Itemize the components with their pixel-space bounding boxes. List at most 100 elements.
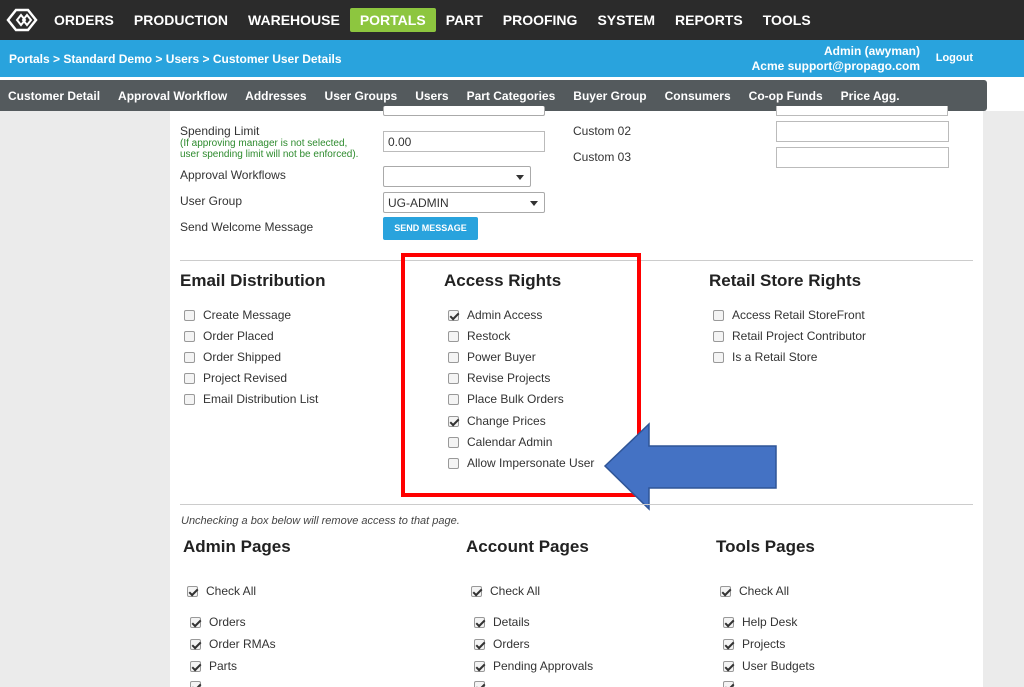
- logout-link[interactable]: Logout: [936, 52, 973, 64]
- checkbox-label: Project Revised: [203, 371, 288, 385]
- approval-workflows-select[interactable]: [383, 166, 531, 187]
- nav-portals[interactable]: PORTALS: [349, 8, 436, 32]
- checkbox-email-distribution-list[interactable]: Email Distribution List: [184, 392, 318, 406]
- left-gutter: [0, 111, 170, 687]
- checkbox-icon[interactable]: [723, 616, 734, 628]
- partial-select-top: [383, 106, 545, 116]
- checkbox-icon[interactable]: [474, 660, 485, 672]
- tab-consumers[interactable]: Consumers: [665, 89, 731, 103]
- checkbox-admin-orders[interactable]: Orders: [190, 615, 246, 629]
- checkbox-icon[interactable]: [190, 638, 201, 650]
- checkbox-admin-order-rmas[interactable]: Order RMAs: [190, 637, 276, 651]
- tab-addresses[interactable]: Addresses: [245, 89, 306, 103]
- pages-note: Unchecking a box below will remove acces…: [181, 515, 460, 527]
- checkbox-create-message[interactable]: Create Message: [184, 308, 291, 322]
- nav-orders[interactable]: ORDERS: [44, 8, 124, 32]
- breadcrumb-separator: >: [53, 52, 61, 66]
- checkbox-icon[interactable]: [190, 681, 201, 687]
- nav-tools[interactable]: TOOLS: [753, 8, 821, 32]
- checkbox-icon[interactable]: [713, 351, 724, 363]
- checkbox-icon[interactable]: [713, 330, 724, 342]
- retail-store-rights-title: Retail Store Rights: [709, 271, 862, 290]
- checkbox-retail-project-contributor[interactable]: Retail Project Contributor: [713, 329, 866, 343]
- breadcrumb-standard-demo[interactable]: Standard Demo: [63, 52, 152, 66]
- custom-02-label: Custom 02: [573, 124, 632, 138]
- tab-approval-workflow[interactable]: Approval Workflow: [118, 89, 227, 103]
- nav-reports[interactable]: REPORTS: [665, 8, 753, 32]
- tab-user-groups[interactable]: User Groups: [325, 89, 398, 103]
- checkbox-tools-check-all[interactable]: Check All: [720, 584, 789, 598]
- checkbox-icon[interactable]: [723, 660, 734, 672]
- chevron-down-icon: [516, 175, 524, 180]
- checkbox-admin-partial[interactable]: [190, 681, 209, 687]
- checkbox-icon[interactable]: [190, 660, 201, 672]
- checkbox-icon[interactable]: [190, 616, 201, 628]
- checkbox-icon[interactable]: [723, 681, 734, 687]
- email-distribution-title: Email Distribution: [180, 271, 326, 290]
- checkbox-admin-check-all[interactable]: Check All: [187, 584, 256, 598]
- nav-production[interactable]: PRODUCTION: [124, 8, 238, 32]
- section-divider: [180, 504, 973, 505]
- send-message-button[interactable]: SEND MESSAGE: [383, 217, 478, 240]
- checkbox-tools-help-desk[interactable]: Help Desk: [723, 615, 797, 629]
- checkbox-access-retail-storefront[interactable]: Access Retail StoreFront: [713, 308, 865, 322]
- checkbox-label: Help Desk: [742, 615, 798, 629]
- checkbox-icon[interactable]: [723, 638, 734, 650]
- checkbox-icon[interactable]: [184, 309, 195, 321]
- breadcrumb-separator: >: [202, 52, 210, 66]
- checkbox-icon[interactable]: [184, 372, 195, 384]
- checkbox-label: Is a Retail Store: [732, 350, 818, 364]
- user-group-select[interactable]: UG-ADMIN: [383, 192, 545, 213]
- checkbox-account-orders[interactable]: Orders: [474, 637, 530, 651]
- checkbox-icon[interactable]: [474, 681, 485, 687]
- checkbox-icon[interactable]: [184, 330, 195, 342]
- checkbox-account-partial[interactable]: [474, 681, 493, 687]
- custom-03-input[interactable]: [776, 147, 949, 168]
- tab-price-agg[interactable]: Price Agg.: [841, 89, 900, 103]
- approval-workflows-label: Approval Workflows: [180, 168, 286, 182]
- breadcrumb-users[interactable]: Users: [166, 52, 199, 66]
- custom-02-input[interactable]: [776, 121, 949, 142]
- propago-logo-icon[interactable]: [0, 0, 44, 40]
- tab-part-categories[interactable]: Part Categories: [467, 89, 556, 103]
- breadcrumb-portals[interactable]: Portals: [9, 52, 50, 66]
- checkbox-tools-partial[interactable]: [723, 681, 742, 687]
- checkbox-icon[interactable]: [474, 616, 485, 628]
- checkbox-is-a-retail-store[interactable]: Is a Retail Store: [713, 350, 817, 364]
- tab-buyer-group[interactable]: Buyer Group: [573, 89, 646, 103]
- checkbox-label: User Budgets: [742, 659, 815, 673]
- checkbox-account-details[interactable]: Details: [474, 615, 530, 629]
- tab-co-op-funds[interactable]: Co-op Funds: [749, 89, 823, 103]
- spending-limit-note-1: (If approving manager is not selected,: [180, 138, 348, 149]
- checkbox-label: Order Placed: [203, 329, 274, 343]
- checkbox-icon[interactable]: [471, 585, 482, 597]
- spending-limit-note-2: user spending limit will not be enforced…: [180, 149, 359, 160]
- checkbox-icon[interactable]: [474, 638, 485, 650]
- checkbox-order-placed[interactable]: Order Placed: [184, 329, 274, 343]
- nav-warehouse[interactable]: WAREHOUSE: [238, 8, 350, 32]
- tab-customer-detail[interactable]: Customer Detail: [8, 89, 100, 103]
- checkbox-label: Create Message: [203, 308, 292, 322]
- checkbox-icon[interactable]: [713, 309, 724, 321]
- checkbox-label: Parts: [209, 659, 238, 673]
- nav-part[interactable]: PART: [436, 8, 493, 32]
- checkbox-icon[interactable]: [184, 351, 195, 363]
- tab-users[interactable]: Users: [415, 89, 448, 103]
- checkbox-tools-user-budgets[interactable]: User Budgets: [723, 659, 815, 673]
- nav-proofing[interactable]: PROOFING: [493, 8, 588, 32]
- checkbox-icon[interactable]: [184, 393, 195, 405]
- checkbox-account-pending-approvals[interactable]: Pending Approvals: [474, 659, 593, 673]
- checkbox-icon[interactable]: [720, 585, 731, 597]
- checkbox-admin-parts[interactable]: Parts: [190, 659, 237, 673]
- checkbox-order-shipped[interactable]: Order Shipped: [184, 350, 281, 364]
- user-group-value: UG-ADMIN: [388, 196, 449, 210]
- checkbox-label: Orders: [209, 615, 246, 629]
- checkbox-project-revised[interactable]: Project Revised: [184, 371, 287, 385]
- checkbox-account-check-all[interactable]: Check All: [471, 584, 540, 598]
- checkbox-label: Details: [493, 615, 530, 629]
- checkbox-tools-projects[interactable]: Projects: [723, 637, 785, 651]
- checkbox-label: Check All: [739, 584, 790, 598]
- checkbox-icon[interactable]: [187, 585, 198, 597]
- nav-system[interactable]: SYSTEM: [587, 8, 665, 32]
- spending-limit-input[interactable]: 0.00: [383, 131, 545, 152]
